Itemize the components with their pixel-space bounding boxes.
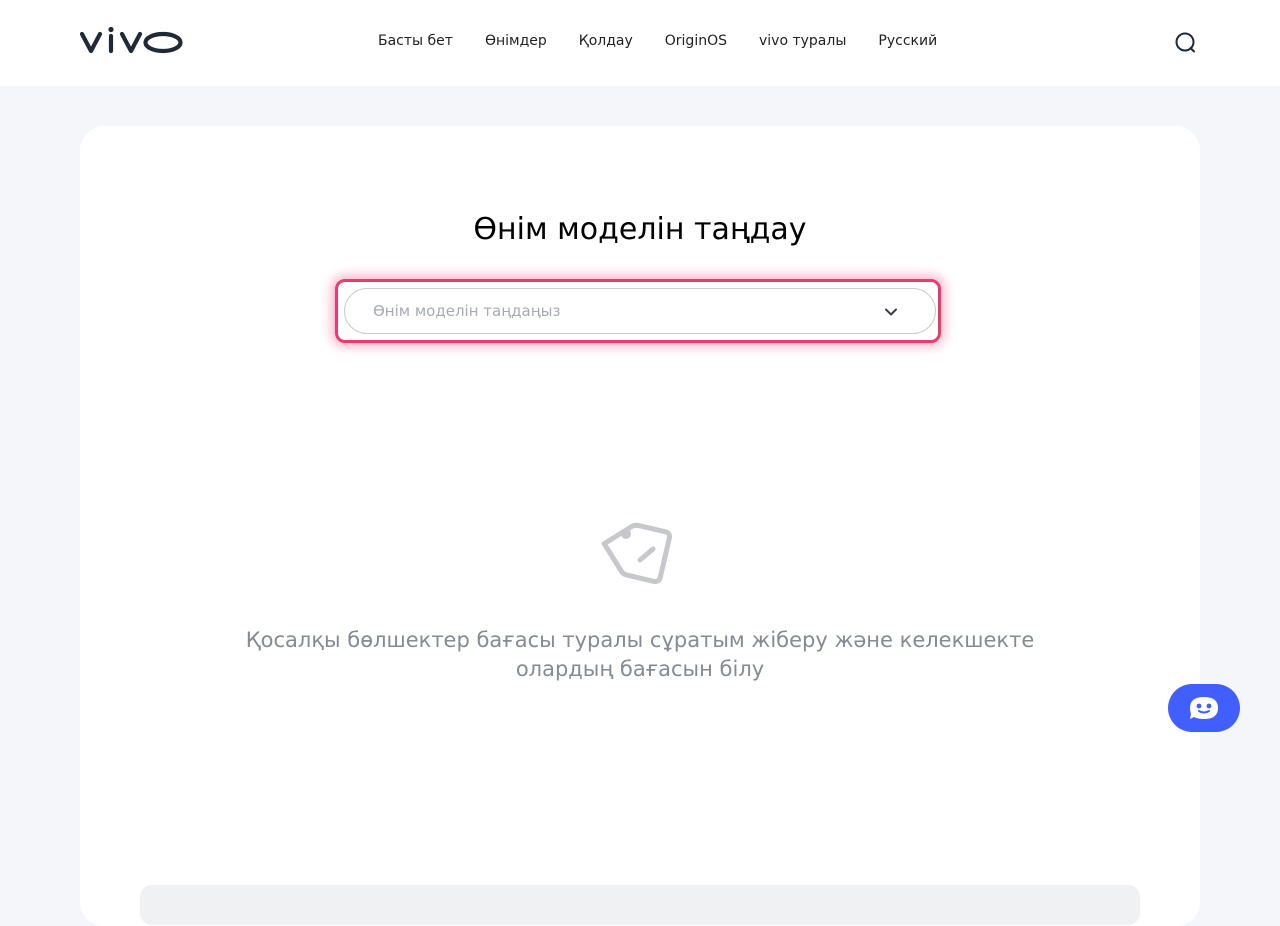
model-select-dropdown[interactable]: Өнім моделін таңдаңыз [344,288,936,334]
model-select-highlight: Өнім моделін таңдаңыз [335,279,941,343]
nav-originos[interactable]: OriginOS [665,32,727,50]
chevron-down-icon [885,308,897,316]
nav-products[interactable]: Өнімдер [485,32,547,50]
model-selection-card: Өнім моделін таңдау Өнім моделін таңдаңы… [80,126,1200,926]
search-icon [1175,32,1195,53]
model-select-placeholder: Өнім моделін таңдаңыз [373,302,561,320]
nav-language-russian[interactable]: Русский [878,32,937,50]
nav-home[interactable]: Басты бет [378,32,453,50]
nav-support[interactable]: Қолдау [579,32,633,50]
nav-about-vivo[interactable]: vivo туралы [759,32,846,50]
main-nav: Басты бет Өнімдер Қолдау OriginOS vivo т… [378,32,937,50]
vivo-logo[interactable] [80,26,184,56]
tag-icon [601,522,672,584]
page-title: Өнім моделін таңдау [473,212,807,247]
chat-bot-icon [1190,697,1218,719]
chat-assistant-button[interactable] [1168,684,1240,732]
content-bottom-panel [140,885,1140,925]
search-button[interactable] [1172,30,1198,56]
site-header: Басты бет Өнімдер Қолдау OriginOS vivo т… [0,0,1280,86]
empty-state-message: Қосалқы бөлшектер бағасы туралы сұратым … [245,628,1035,681]
